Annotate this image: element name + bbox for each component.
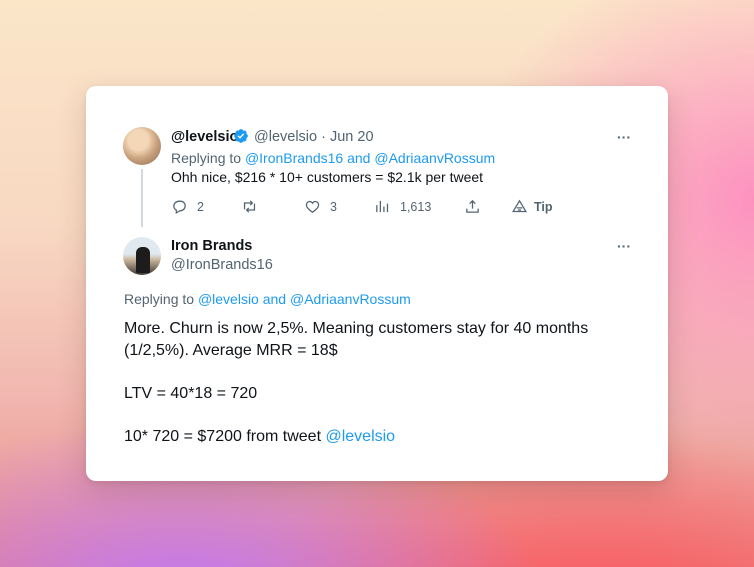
- retweet-icon: [243, 200, 256, 213]
- thread-connector-line: [141, 169, 143, 227]
- more-options-icon[interactable]: ···: [617, 129, 631, 145]
- tweet-text: Ohh nice, $216 * 10+ customers = $2.1k p…: [171, 169, 484, 185]
- avatar-levelsio[interactable]: [123, 127, 161, 165]
- views-count: 1,613: [400, 199, 432, 214]
- mention-link[interactable]: @levelsio: [198, 291, 259, 307]
- verified-badge-icon: [233, 128, 249, 144]
- reply-count: 2: [197, 199, 204, 214]
- tweet-text-line: LTV = 40*18 = 720: [124, 385, 258, 402]
- tweet-date[interactable]: · Jun 20: [321, 129, 373, 145]
- tweet-text-line: More. Churn is now 2,5%. Meaning custome…: [124, 320, 589, 337]
- like-button[interactable]: 3: [304, 198, 337, 215]
- tip-button[interactable]: Tip: [511, 198, 553, 215]
- like-count: 3: [330, 199, 337, 214]
- mention-link[interactable]: @AdriaanvRossum: [374, 150, 495, 166]
- tip-label: Tip: [534, 199, 553, 214]
- author-name[interactable]: Iron Brands: [171, 238, 252, 254]
- retweet-button[interactable]: [241, 198, 267, 215]
- mention-link[interactable]: @levelsio: [325, 428, 395, 445]
- author-handle[interactable]: @levelsio: [254, 129, 317, 145]
- tweet-card: @levelsio @levelsio · Jun 20 ··· Replyin…: [86, 86, 668, 481]
- heart-icon: [305, 200, 320, 213]
- author-name[interactable]: @levelsio: [171, 129, 238, 145]
- views-icon: [376, 200, 389, 213]
- mention-link[interactable]: @AdriaanvRossum: [290, 291, 411, 307]
- reply-button[interactable]: 2: [171, 198, 204, 215]
- replying-to-line: Replying to @levelsio and @AdriaanvRossu…: [124, 291, 411, 307]
- share-icon: [466, 199, 479, 213]
- replying-to-line: Replying to @IronBrands16 and @AdriaanvR…: [171, 150, 496, 166]
- views-button[interactable]: 1,613: [374, 198, 431, 215]
- mention-link[interactable]: @IronBrands16: [245, 150, 343, 166]
- tweet-actions: 2 3 1,613 Tip: [171, 198, 571, 218]
- tip-icon: [511, 199, 528, 213]
- author-handle[interactable]: @IronBrands16: [171, 257, 273, 273]
- more-options-icon[interactable]: ···: [617, 238, 631, 254]
- tweet-text-line: 10* 720 = $7200 from tweet @levelsio: [124, 428, 396, 445]
- share-button[interactable]: [464, 198, 481, 215]
- reply-icon: [173, 200, 186, 215]
- avatar-iron-brands[interactable]: [123, 237, 161, 275]
- tweet-text-line: (1/2,5%). Average MRR = 18$: [124, 342, 338, 359]
